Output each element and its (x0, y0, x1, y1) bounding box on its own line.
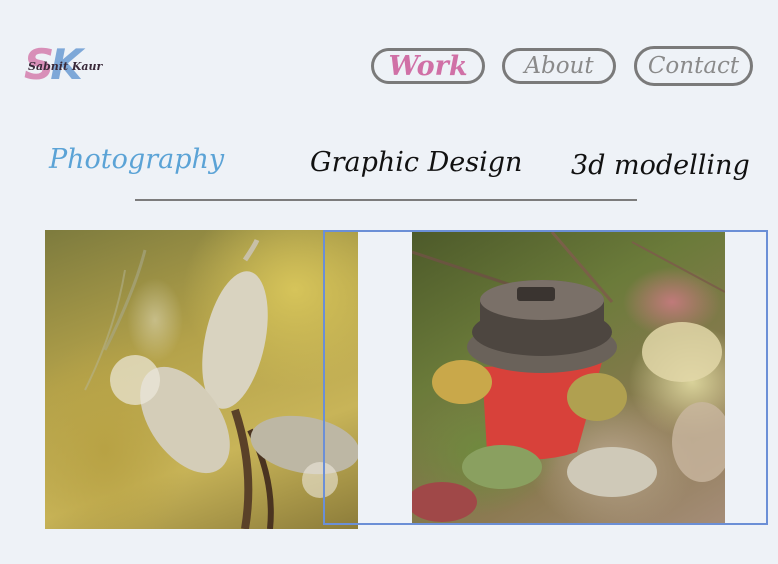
nav-work-button[interactable]: Work (371, 48, 485, 84)
gallery-image-milkweed[interactable] (45, 230, 358, 529)
tab-3d-modelling[interactable]: 3d modelling (571, 150, 750, 181)
nav-contact-button[interactable]: Contact (634, 46, 753, 86)
tab-photography[interactable]: Photography (49, 144, 224, 175)
coffee-cup-illustration (412, 232, 725, 522)
gallery-image-coffee-cup[interactable] (412, 232, 725, 524)
logo-name: Sabnit Kaur (28, 60, 103, 73)
tabs-divider (135, 199, 637, 201)
nav-about-button[interactable]: About (502, 48, 616, 84)
logo[interactable]: SK Sabnit Kaur (24, 40, 103, 90)
milkweed-illustration (84, 238, 358, 529)
tab-graphic-design[interactable]: Graphic Design (310, 147, 522, 178)
